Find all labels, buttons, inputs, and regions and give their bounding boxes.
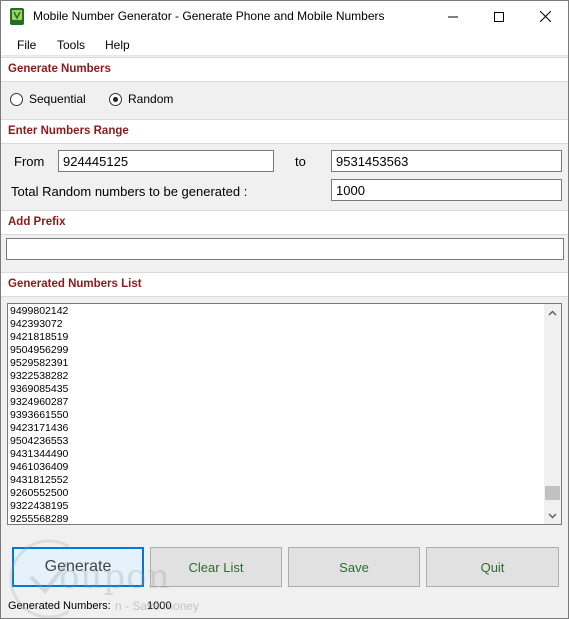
total-label: Total Random numbers to be generated : (11, 184, 248, 199)
radio-unchecked-icon (10, 92, 23, 106)
radio-label: Sequential (29, 92, 86, 106)
section-title: Enter Numbers Range (8, 125, 129, 137)
list-item[interactable]: 9324960287 (8, 396, 546, 409)
generate-button[interactable]: Generate (12, 547, 144, 587)
title-bar[interactable]: Mobile Number Generator - Generate Phone… (1, 1, 568, 32)
menu-help[interactable]: Help (105, 38, 130, 52)
list-item[interactable]: 9322538282 (8, 370, 546, 383)
clear-list-button[interactable]: Clear List (150, 547, 282, 587)
section-generate-numbers: Generate Numbers (1, 57, 568, 82)
menu-file[interactable]: File (17, 38, 36, 52)
close-button[interactable] (522, 1, 568, 32)
section-numbers-range: Enter Numbers Range (1, 119, 568, 144)
section-title: Generate Numbers (8, 63, 111, 75)
radio-sequential[interactable]: Sequential (10, 92, 86, 106)
chevron-down-icon (548, 512, 557, 519)
list-item[interactable]: 9461036409 (8, 461, 546, 474)
chevron-up-icon (548, 309, 557, 316)
menu-tools[interactable]: Tools (57, 38, 85, 52)
list-item[interactable]: 9322438195 (8, 500, 546, 513)
close-icon (539, 11, 551, 22)
status-label: Generated Numbers: (8, 600, 111, 612)
minimize-button[interactable] (430, 1, 476, 32)
radio-label: Random (128, 92, 174, 106)
list-scrollbar[interactable] (544, 304, 561, 524)
scroll-thumb[interactable] (545, 486, 560, 500)
scroll-up-button[interactable] (544, 304, 561, 321)
maximize-icon (494, 11, 504, 22)
list-item[interactable]: 9255568289 (8, 513, 546, 524)
list-item[interactable]: 9431812552 (8, 474, 546, 487)
maximize-button[interactable] (476, 1, 522, 32)
app-logo-icon (10, 8, 24, 25)
list-item[interactable]: 9504236553 (8, 435, 546, 448)
list-item[interactable]: 9499802142 (8, 305, 546, 318)
status-bar: Generated Numbers: 1000 (1, 595, 568, 618)
section-generated-list: Generated Numbers List (1, 272, 568, 297)
minimize-icon (448, 16, 458, 17)
section-title: Generated Numbers List (8, 278, 142, 290)
section-title: Add Prefix (8, 216, 66, 228)
prefix-input[interactable] (6, 238, 564, 260)
list-item[interactable]: 942393072 (8, 318, 546, 331)
save-button[interactable]: Save (288, 547, 420, 587)
window-title: Mobile Number Generator - Generate Phone… (33, 9, 385, 23)
status-count: 1000 (147, 600, 172, 612)
section-add-prefix: Add Prefix (1, 210, 568, 235)
to-label: to (295, 154, 306, 169)
list-item[interactable]: 9431344490 (8, 448, 546, 461)
numbers-list[interactable]: 9499802142 942393072 9421818519 9504956299 9… (7, 303, 562, 525)
list-item[interactable]: 9504956299 (8, 344, 546, 357)
radio-checked-icon (109, 92, 122, 106)
list-item[interactable]: 9393661550 (8, 409, 546, 422)
list-item[interactable]: 9260552500 (8, 487, 546, 500)
numbers-list-items: 9499802142 942393072 9421818519 9504956299 9… (8, 305, 546, 524)
to-input[interactable] (331, 150, 562, 172)
scroll-down-button[interactable] (544, 507, 561, 524)
total-input[interactable] (331, 179, 562, 201)
list-item[interactable]: 9529582391 (8, 357, 546, 370)
list-item[interactable]: 9421818519 (8, 331, 546, 344)
app-window: Mobile Number Generator - Generate Phone… (0, 0, 569, 619)
from-label: From (14, 154, 45, 169)
quit-button[interactable]: Quit (426, 547, 559, 587)
list-item[interactable]: 9423171436 (8, 422, 546, 435)
menu-bar: File Tools Help (1, 32, 568, 56)
radio-random[interactable]: Random (109, 92, 173, 106)
list-item[interactable]: 9369085435 (8, 383, 546, 396)
from-input[interactable] (58, 150, 274, 172)
